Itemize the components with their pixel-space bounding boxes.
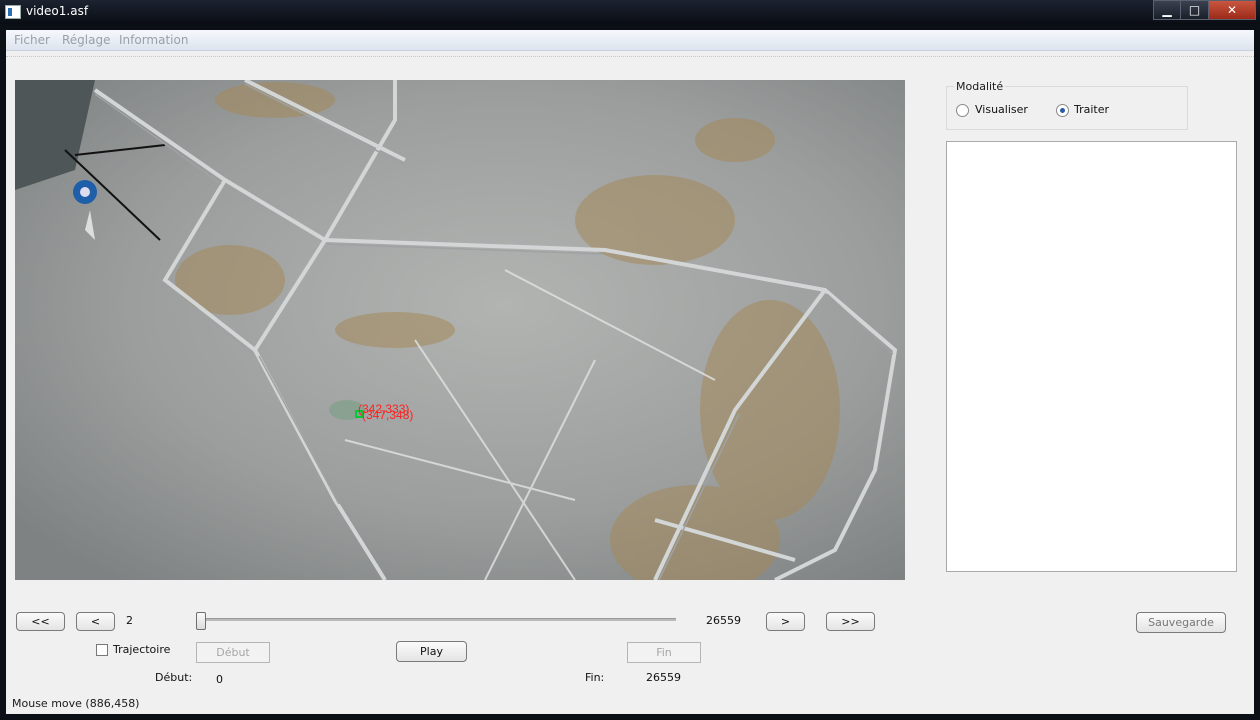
fin-label: Fin: [585, 671, 605, 684]
next-frame-button[interactable]: > [766, 612, 805, 631]
menu-reglage[interactable]: Réglage [62, 33, 111, 47]
video-scene: (342,333) (347,348) [15, 80, 905, 580]
debut-label: Début: [155, 671, 193, 684]
debut-button[interactable]: Début [196, 642, 270, 663]
timeline-slider-groove[interactable] [197, 618, 676, 621]
maximize-button[interactable]: □ [1180, 0, 1209, 20]
timeline-slider-handle[interactable] [196, 612, 206, 630]
title-bar [0, 0, 1260, 24]
current-frame: 2 [126, 614, 133, 627]
trajectoire-label[interactable]: Trajectoire [113, 643, 170, 656]
first-frame-button[interactable]: << [16, 612, 65, 631]
label-traiter[interactable]: Traiter [1074, 103, 1109, 116]
fin-button[interactable]: Fin [627, 642, 701, 663]
menu-information[interactable]: Information [119, 33, 188, 47]
menu-ficher[interactable]: Ficher [14, 33, 50, 47]
overlay-label-bottom: (347,348) [362, 408, 413, 422]
save-button[interactable]: Sauvegarde [1136, 612, 1226, 633]
modalite-title: Modalité [954, 80, 1006, 93]
radio-visualiser[interactable] [956, 104, 969, 117]
minimize-button[interactable]: ▁ [1153, 0, 1181, 20]
results-list[interactable] [946, 141, 1237, 572]
last-frame-button[interactable]: >> [826, 612, 875, 631]
status-bar: Mouse move (886,458) [12, 697, 140, 710]
debut-value: 0 [216, 673, 223, 686]
close-button[interactable]: ✕ [1208, 0, 1256, 20]
play-button[interactable]: Play [396, 641, 467, 662]
app-icon [5, 5, 21, 19]
total-frames: 26559 [706, 614, 741, 627]
video-frame[interactable]: (342,333) (347,348) [15, 80, 905, 580]
fin-value: 26559 [646, 671, 681, 684]
window-title: video1.asf [26, 4, 89, 18]
radio-traiter[interactable] [1056, 104, 1069, 117]
toolbar [6, 52, 1254, 57]
prev-frame-button[interactable]: < [76, 612, 115, 631]
menu-bar: Ficher Réglage Information [6, 30, 1254, 51]
main-window: Ficher Réglage Information (342,333) (34… [6, 30, 1254, 714]
trajectoire-checkbox[interactable] [96, 644, 108, 656]
label-visualiser[interactable]: Visualiser [975, 103, 1028, 116]
